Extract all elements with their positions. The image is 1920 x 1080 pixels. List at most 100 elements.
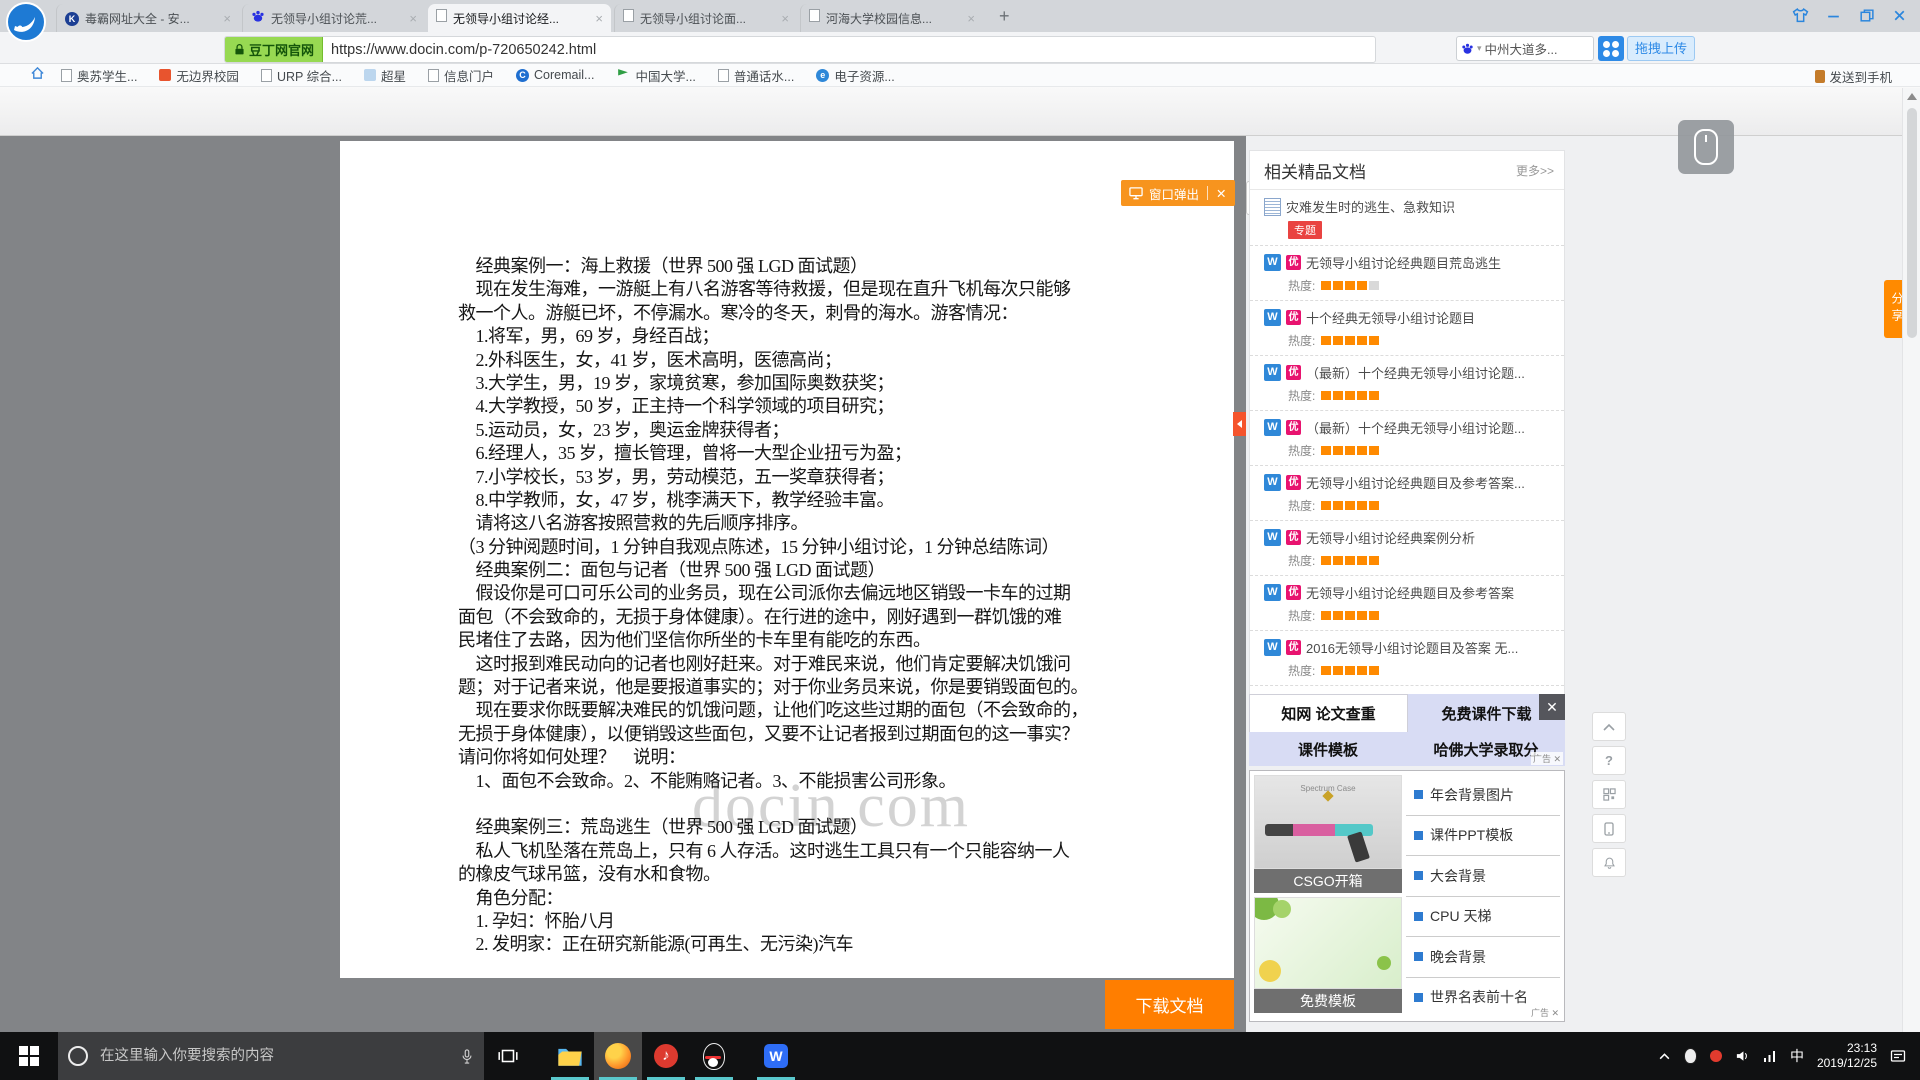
ad-link-item[interactable]: 晚会背景 — [1406, 937, 1560, 978]
send-to-phone-button[interactable]: 发送到手机 — [1815, 67, 1892, 86]
tab-close-icon[interactable]: × — [967, 11, 975, 26]
popup-window-button[interactable]: 窗口弹出 ✕ — [1121, 180, 1235, 206]
restore-icon[interactable] — [1858, 7, 1875, 24]
taskbar-explorer-icon[interactable] — [546, 1032, 594, 1080]
bookmark-item[interactable]: 奥苏学生... — [61, 66, 137, 85]
mobile-view-button[interactable] — [1592, 814, 1626, 843]
taskbar-search-input[interactable] — [98, 1047, 450, 1065]
heat-label: 热度: — [1288, 387, 1315, 404]
close-icon[interactable] — [1891, 7, 1908, 24]
quick-search-box[interactable]: ▾ 中州大道多... — [1456, 36, 1594, 61]
home-icon[interactable] — [30, 66, 45, 85]
browser-tab[interactable]: 无领导小组讨论荒...× — [242, 4, 425, 32]
search-text[interactable]: 中州大道多... — [1485, 39, 1558, 58]
heat-square — [1369, 501, 1379, 510]
related-doc-item[interactable]: W优2016无领导小组讨论题目及答案 无...热度: — [1250, 631, 1564, 686]
start-button[interactable] — [0, 1032, 58, 1080]
bookmark-item[interactable]: CCoremail... — [516, 66, 594, 85]
related-doc-title: 无领导小组讨论经典题目及参考答案... — [1306, 473, 1525, 492]
related-doc-item[interactable]: W优无领导小组讨论经典题目及参考答案热度: — [1250, 576, 1564, 631]
popup-close-icon[interactable]: ✕ — [1216, 186, 1226, 201]
ad-close-icon[interactable]: ✕ — [1539, 694, 1565, 720]
taskbar-wps-icon[interactable]: W — [752, 1032, 800, 1080]
document-line: 经典案例二：面包与记者（世界 500 强 LGD 面试题） — [458, 556, 1128, 579]
tab-close-icon[interactable]: × — [781, 11, 789, 26]
taskbar-qq-icon[interactable] — [690, 1032, 738, 1080]
volume-icon[interactable] — [1735, 1049, 1750, 1063]
docin-clover-icon[interactable] — [1598, 36, 1624, 61]
related-doc-title: 2016无领导小组讨论题目及答案 无... — [1306, 638, 1518, 657]
action-center-icon[interactable] — [1890, 1049, 1906, 1064]
ad-link-item[interactable]: 大会背景 — [1406, 856, 1560, 897]
heat-square — [1333, 556, 1343, 565]
ime-indicator[interactable]: 中 — [1790, 1046, 1804, 1066]
notification-bell-button[interactable] — [1592, 848, 1626, 877]
bookmark-item[interactable]: 超星 — [364, 66, 406, 85]
drag-upload-control[interactable]: 拖拽上传 — [1598, 36, 1695, 61]
tab-close-icon[interactable]: × — [595, 11, 603, 26]
network-icon[interactable] — [1763, 1050, 1777, 1063]
related-doc-item[interactable]: W优（最新）十个经典无领导小组讨论题...热度: — [1250, 411, 1564, 466]
taskbar-search[interactable] — [58, 1032, 484, 1080]
more-link[interactable]: 更多>> — [1516, 162, 1554, 179]
browser-tab[interactable]: K毒霸网址大全 - 安...× — [56, 4, 239, 32]
new-tab-button[interactable]: + — [999, 6, 1010, 27]
scrollbar-thumb[interactable] — [1907, 108, 1917, 338]
taskbar-music-icon[interactable]: ♪ — [642, 1032, 690, 1080]
browser-tab[interactable]: 无领导小组讨论经...× — [428, 4, 611, 32]
minimize-icon[interactable] — [1825, 7, 1842, 24]
drag-upload-button[interactable]: 拖拽上传 — [1627, 36, 1695, 61]
tab-close-icon[interactable]: × — [409, 11, 417, 26]
task-view-icon[interactable] — [484, 1032, 532, 1080]
page-edge-marker[interactable] — [1233, 412, 1246, 436]
ad-tab-active[interactable]: 知网 论文查重 — [1249, 694, 1408, 732]
taskbar-clock[interactable]: 23:132019/12/25 — [1817, 1041, 1877, 1071]
download-doc-float-button[interactable]: 下载文档 — [1105, 980, 1234, 1029]
related-doc-item[interactable]: W优无领导小组讨论经典案例分析热度: — [1250, 521, 1564, 576]
tray-expand-icon[interactable] — [1658, 1051, 1671, 1062]
ad-link-label: 大会背景 — [1430, 866, 1486, 886]
document-line: 民堵住了去路，因为他们坚信你所坐的卡车里有能吃的东西。 — [458, 626, 1128, 649]
tray-qq-icon[interactable] — [1684, 1048, 1697, 1064]
related-doc-item[interactable]: W优无领导小组讨论经典题目荒岛逃生热度: — [1250, 246, 1564, 301]
site-verify-badge[interactable]: 豆丁网官网 — [225, 37, 323, 62]
document-line: 面包（不会致命的，无损于身体健康）。在行进的途中，刚好遇到一群饥饿的难 — [458, 603, 1128, 626]
qr-code-button[interactable] — [1592, 780, 1626, 809]
ad-template-card[interactable]: 免费模板 — [1254, 897, 1402, 1013]
browser-tab[interactable]: 河海大学校园信息... × — [800, 4, 983, 32]
tray-music-icon[interactable] — [1710, 1050, 1722, 1062]
bookmark-item[interactable]: 无边界校园 — [159, 66, 239, 85]
ad-link-item[interactable]: 课件PPT模板 — [1406, 816, 1560, 857]
browser-tab[interactable]: 无领导小组讨论面...× — [614, 4, 797, 32]
ad-sub-left[interactable]: 课件模板 — [1249, 732, 1407, 766]
taskbar-browser-icon[interactable] — [594, 1032, 642, 1080]
bookmark-item[interactable]: 信息门户 — [428, 66, 494, 85]
mic-icon[interactable] — [460, 1048, 474, 1065]
bookmark-item[interactable]: 普通话水... — [718, 66, 794, 85]
related-doc-item[interactable]: W优十个经典无领导小组讨论题目热度: — [1250, 301, 1564, 356]
document-line: 1、面包不会致命。2、不能贿赂记者。3、不能损害公司形象。 — [458, 767, 1128, 790]
ad-link-item[interactable]: CPU 天梯 — [1406, 897, 1560, 938]
ad-csgo-card[interactable]: Spectrum Case CSGO开箱 — [1254, 775, 1402, 893]
url-text[interactable]: https://www.docin.com/p-720650242.html — [331, 42, 596, 58]
bookmark-item[interactable]: URP 综合... — [261, 66, 342, 85]
related-doc-item[interactable]: W优（最新）十个经典无领导小组讨论题...热度: — [1250, 356, 1564, 411]
bookmark-item[interactable]: e电子资源... — [816, 66, 894, 85]
theme-shirt-icon[interactable] — [1792, 7, 1809, 24]
page-scrollbar[interactable] — [1902, 88, 1920, 1032]
related-doc-item[interactable]: 灾难发生时的逃生、急救知识专题 — [1250, 190, 1564, 246]
search-engine-dropdown-icon[interactable]: ▾ — [1477, 43, 1482, 54]
tab-title: 河海大学校园信息... — [826, 10, 963, 27]
address-bar[interactable]: 豆丁网官网 https://www.docin.com/p-720650242.… — [224, 36, 1376, 63]
browser-logo-icon[interactable] — [6, 2, 46, 42]
heat-square — [1321, 556, 1331, 565]
tab-close-icon[interactable]: × — [223, 11, 231, 26]
document-line: 无损于身体健康），以便销毁这些面包，又要不让记者报到过期面包的这一事实？ — [458, 720, 1128, 743]
scrollbar-up-icon[interactable] — [1907, 93, 1917, 100]
bookmark-item[interactable]: 中国大学... — [616, 66, 695, 85]
related-doc-item[interactable]: W优无领导小组讨论经典题目及参考答案...热度: — [1250, 466, 1564, 521]
premium-badge: 优 — [1286, 640, 1301, 655]
back-to-top-button[interactable] — [1592, 712, 1626, 741]
help-button[interactable]: ? — [1592, 746, 1626, 775]
ad-link-item[interactable]: 年会背景图片 — [1406, 775, 1560, 816]
